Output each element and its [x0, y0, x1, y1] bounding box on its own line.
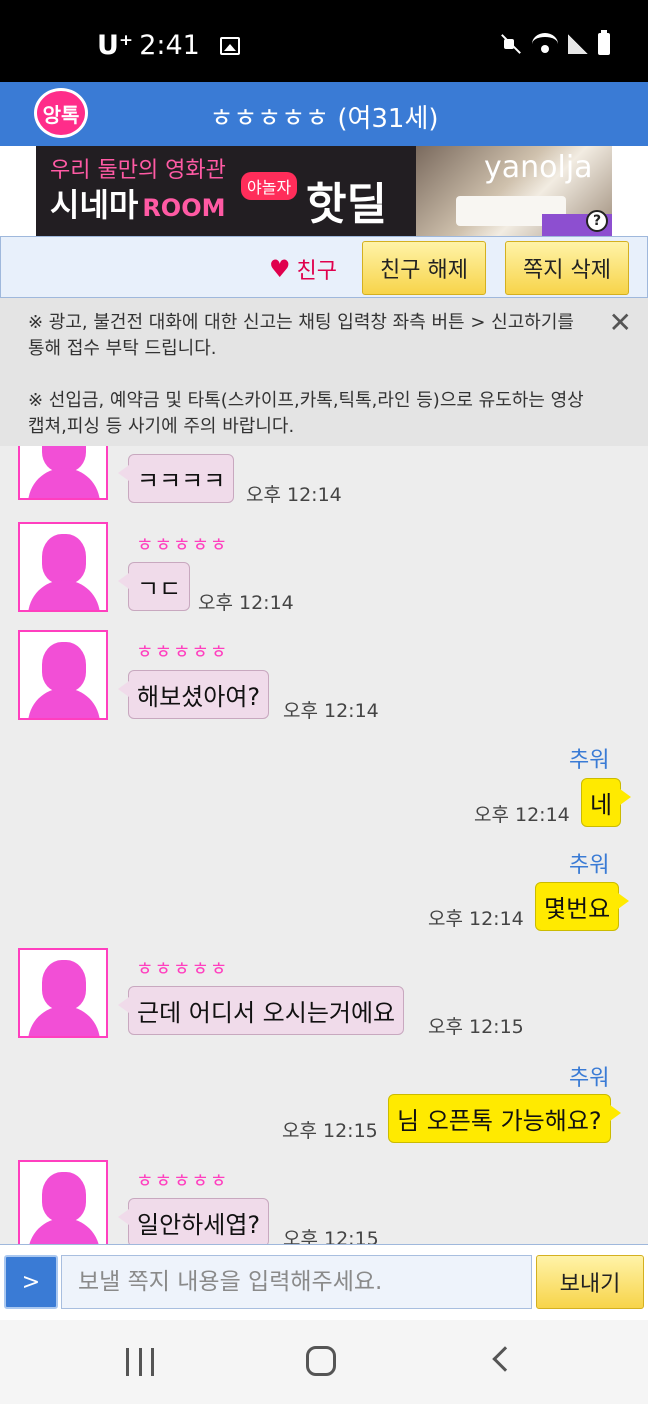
- my-name: 추워: [569, 853, 610, 878]
- status-left: U⁺ 2:41: [97, 30, 240, 61]
- friend-status: ♥ 친구: [269, 253, 337, 285]
- friend-action-bar: ♥ 친구 친구 해제 쪽지 삭제: [0, 236, 648, 298]
- battery-icon: [598, 30, 610, 55]
- chat-area[interactable]: ㅋㅋㅋㅋ 오후 12:14 ㅎㅎㅎㅎㅎ ㄱㄷ 오후 12:14 ㅎㅎㅎㅎㅎ 해보…: [0, 446, 648, 1244]
- banner-tag: 야놀자: [241, 172, 298, 200]
- ad-help-icon[interactable]: ?: [586, 210, 608, 232]
- status-right: [500, 30, 610, 55]
- partner-avatar[interactable]: [18, 630, 108, 720]
- signal-icon: [568, 34, 588, 54]
- status-bar: U⁺ 2:41: [0, 0, 648, 82]
- message-time: 오후 12:15: [282, 1120, 378, 1142]
- message-time: 오후 12:14: [283, 700, 379, 722]
- message-input-bar: > 보내기: [0, 1244, 648, 1320]
- recent-apps-icon[interactable]: [126, 1348, 154, 1376]
- sender-name: ㅎㅎㅎㅎㅎ: [136, 534, 229, 556]
- chat-partner-title: ㅎㅎㅎㅎㅎ (여31세): [209, 104, 439, 134]
- sender-name: ㅎㅎㅎㅎㅎ: [136, 958, 229, 980]
- incoming-message: ㅋㅋㅋㅋ: [117, 454, 235, 503]
- message-time: 오후 12:14: [428, 908, 524, 930]
- close-icon[interactable]: ✕: [609, 309, 632, 337]
- outgoing-message: 몇번요: [535, 882, 630, 931]
- my-name: 추워: [569, 1066, 610, 1091]
- carrier-label: U⁺: [97, 30, 134, 61]
- send-button[interactable]: 보내기: [536, 1255, 644, 1309]
- my-name: 추워: [569, 748, 610, 773]
- warning-notice: ※ 광고, 불건전 대화에 대한 신고는 채팅 입력창 좌측 버튼 > 신고하기…: [0, 298, 648, 446]
- banner-deal: 핫딜: [306, 179, 387, 230]
- back-icon[interactable]: [492, 1346, 518, 1372]
- partner-avatar[interactable]: [18, 1160, 108, 1244]
- unfriend-button[interactable]: 친구 해제: [362, 241, 486, 295]
- outgoing-message: 네: [581, 778, 632, 827]
- friend-label: 친구: [296, 259, 337, 284]
- banner-ad[interactable]: 우리 둘만의 영화관 시네마 ROOM 야놀자 핫딜 yanolja ?: [36, 146, 612, 236]
- partner-avatar[interactable]: [18, 446, 108, 500]
- system-nav-bar: [0, 1320, 648, 1404]
- message-time: 오후 12:14: [246, 484, 342, 506]
- mute-icon: [500, 33, 522, 55]
- incoming-message: 일안하세엽?: [117, 1198, 270, 1244]
- message-time: 오후 12:15: [283, 1228, 379, 1244]
- outgoing-message: 님 오픈톡 가능해요?: [388, 1094, 621, 1143]
- message-time: 오후 12:14: [474, 804, 570, 826]
- incoming-message: ㄱㄷ: [117, 562, 191, 611]
- banner-subheadline: 시네마 ROOM: [50, 180, 226, 226]
- wifi-icon: [532, 33, 558, 55]
- sender-name: ㅎㅎㅎㅎㅎ: [136, 1170, 229, 1192]
- message-time: 오후 12:14: [198, 592, 294, 614]
- banner-room-word: ROOM: [142, 194, 226, 222]
- report-menu-button[interactable]: >: [4, 1255, 58, 1309]
- partner-avatar[interactable]: [18, 522, 108, 612]
- notice-report-text: ※ 광고, 불건전 대화에 대한 신고는 채팅 입력창 좌측 버튼 > 신고하기…: [28, 312, 574, 359]
- heart-icon: ♥: [269, 255, 291, 283]
- banner-brand: yanolja: [484, 150, 593, 185]
- incoming-message: 해보셨아여?: [117, 670, 270, 719]
- partner-avatar[interactable]: [18, 948, 108, 1038]
- incoming-message: 근데 어디서 오시는거에요: [117, 986, 405, 1035]
- image-notification-icon: [219, 36, 240, 55]
- banner-cinema: 시네마: [50, 186, 139, 224]
- home-icon[interactable]: [306, 1346, 336, 1376]
- message-time: 오후 12:15: [428, 1016, 524, 1038]
- delete-note-button[interactable]: 쪽지 삭제: [505, 241, 629, 295]
- message-input[interactable]: [61, 1255, 532, 1309]
- clock: 2:41: [139, 30, 200, 61]
- notice-fraud-text: ※ 선입금, 예약금 및 타톡(스카이프,카톡,틱톡,라인 등)으로 유도하는 …: [28, 390, 584, 437]
- app-header: 앙톡 ㅎㅎㅎㅎㅎ (여31세): [0, 82, 648, 146]
- sender-name: ㅎㅎㅎㅎㅎ: [136, 641, 229, 663]
